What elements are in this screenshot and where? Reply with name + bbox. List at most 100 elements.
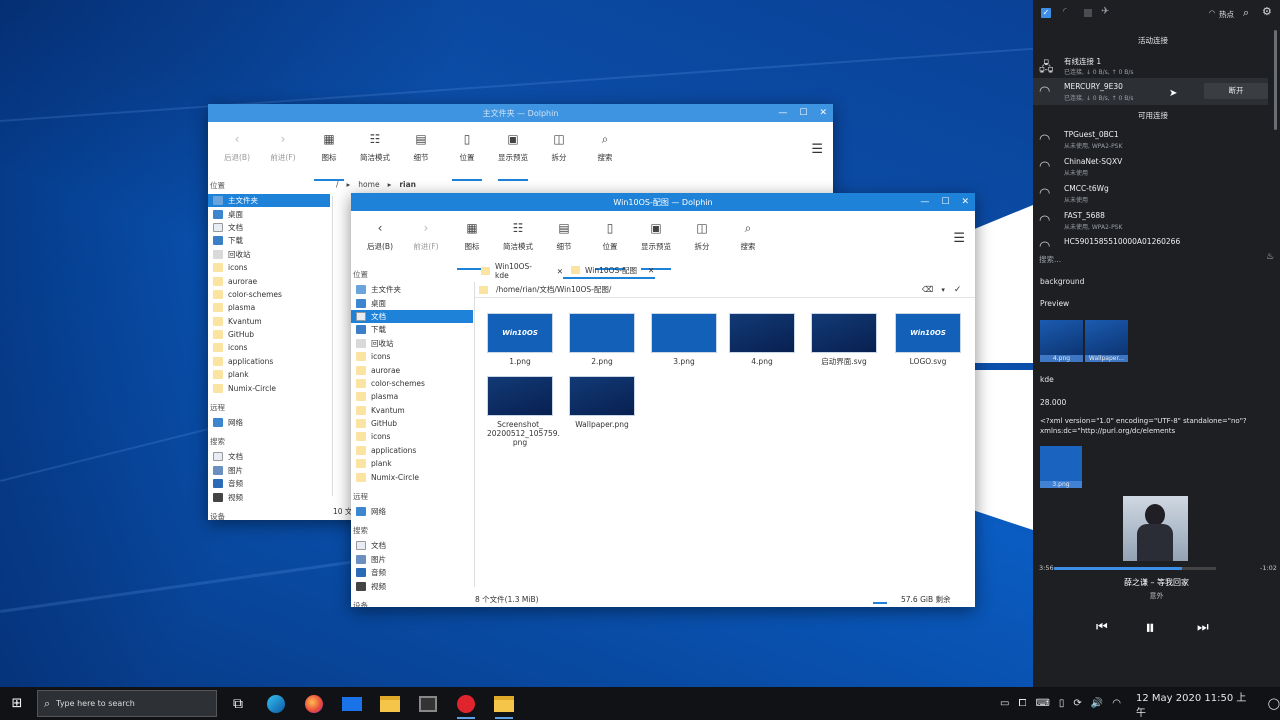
pause-icon[interactable]: ⏸: [1145, 615, 1155, 639]
file-item[interactable]: 启动界面.svg: [811, 313, 877, 366]
start-button[interactable]: ⊞: [0, 687, 34, 720]
clipboard-item[interactable]: <?xml version="1.0" encoding="UTF-8" sta…: [1040, 416, 1276, 436]
place-desktop[interactable]: 桌面: [208, 207, 330, 220]
details-view-button[interactable]: ▤ 细节: [541, 221, 587, 252]
clipboard-item[interactable]: kde: [1040, 375, 1054, 384]
chevron-down-icon[interactable]: ▾: [941, 286, 945, 294]
place-folder[interactable]: color-schemes: [351, 377, 473, 390]
clear-icon[interactable]: ⌫: [922, 285, 933, 294]
network-item[interactable]: ◠ ChinaNet-SQXV 从未使用: [1033, 153, 1268, 180]
tab-win10os-pics[interactable]: Win10OS-配图 ✕: [563, 263, 655, 279]
place-downloads[interactable]: 下载: [351, 323, 473, 336]
location-button[interactable]: ▯ 位置: [587, 221, 633, 270]
tab-win10os-kde[interactable]: Win10OS-kde ✕: [475, 262, 563, 280]
place-folder[interactable]: color-schemes: [208, 288, 330, 301]
search-audio[interactable]: 音频: [208, 477, 330, 490]
place-folder[interactable]: plank: [208, 368, 330, 381]
path-input[interactable]: /home/rian/文档/Win10OS-配图/: [496, 284, 916, 295]
place-folder[interactable]: plasma: [351, 390, 473, 403]
file-item[interactable]: Win10OS LOGO.svg: [895, 313, 961, 366]
place-folder[interactable]: icons: [351, 350, 473, 363]
airplane-icon[interactable]: ✈: [1101, 6, 1109, 17]
file-item[interactable]: 4.png: [729, 313, 795, 366]
device-icon[interactable]: ▯: [1059, 698, 1065, 709]
place-folder[interactable]: icons: [351, 430, 473, 443]
place-folder[interactable]: icons: [208, 261, 330, 274]
place-desktop[interactable]: 桌面: [351, 296, 473, 309]
task-view-icon[interactable]: ⧉: [219, 687, 257, 720]
back-button[interactable]: ‹ 后退(B): [357, 221, 403, 252]
search-documents[interactable]: 文档: [208, 450, 330, 463]
search-documents[interactable]: 文档: [351, 539, 473, 552]
clipboard-thumb[interactable]: 3.png: [1040, 446, 1082, 488]
search-audio[interactable]: 音频: [351, 566, 473, 579]
place-downloads[interactable]: 下载: [208, 234, 330, 247]
split-button[interactable]: ◫ 拆分: [536, 132, 582, 163]
maximize-icon[interactable]: ☐: [941, 197, 949, 207]
preview-button[interactable]: ▣ 显示预览: [633, 221, 679, 270]
icons-view-button[interactable]: ▦ 图标: [449, 221, 495, 270]
place-folder[interactable]: Numix-Circle: [351, 470, 473, 483]
network-item[interactable]: ◠ HC5901585510000A01260266: [1033, 233, 1268, 247]
close-icon[interactable]: ✕: [961, 197, 969, 207]
broom-icon[interactable]: ♨: [1266, 252, 1274, 262]
check-icon[interactable]: ✓: [954, 285, 962, 295]
panel-scrollbar[interactable]: [1274, 30, 1277, 130]
place-folder[interactable]: GitHub: [351, 417, 473, 430]
clipboard-icon[interactable]: ⧠: [1018, 698, 1026, 709]
place-home[interactable]: 主文件夹: [208, 194, 330, 208]
edge-browser-icon[interactable]: [257, 687, 295, 720]
file-item[interactable]: Screenshot_ 20200512_105759. png: [487, 376, 560, 447]
titlebar[interactable]: Win10OS-配图 — Dolphin — ☐ ✕: [351, 193, 975, 211]
place-folder[interactable]: aurorae: [208, 274, 330, 287]
connection-mercury[interactable]: ◠ MERCURY_9E30 已连接, ↓ 0 B/s, ↑ 0 B/s 断开: [1033, 78, 1268, 105]
minimize-icon[interactable]: —: [778, 108, 787, 118]
close-icon[interactable]: ✕: [819, 108, 827, 118]
mail-icon[interactable]: [333, 687, 371, 720]
breadcrumb-home[interactable]: home: [358, 180, 379, 189]
clipboard-item[interactable]: 28.000: [1040, 398, 1066, 407]
place-folder[interactable]: applications: [351, 444, 473, 457]
file-item[interactable]: 3.png: [651, 313, 717, 366]
place-trash[interactable]: 回收站: [208, 248, 330, 261]
place-folder[interactable]: plasma: [208, 301, 330, 314]
compact-view-button[interactable]: ☷ 简洁模式: [495, 221, 541, 252]
seek-bar[interactable]: [1054, 567, 1216, 570]
network-item[interactable]: ◠ FAST_5688 从未使用, WPA2-PSK: [1033, 207, 1268, 234]
back-button[interactable]: ‹ 后退(B): [214, 132, 260, 163]
disconnect-button[interactable]: 断开: [1204, 83, 1268, 99]
maximize-icon[interactable]: ☐: [799, 108, 807, 118]
details-view-button[interactable]: ▤ 细节: [398, 132, 444, 163]
place-folder[interactable]: applications: [208, 355, 330, 368]
menu-icon[interactable]: ☰: [953, 231, 965, 246]
connection-wired[interactable]: 🖧 有线连接 1 已连接, ↓ 0 B/s, ↑ 0 B/s: [1033, 52, 1268, 79]
breadcrumb-rian[interactable]: rian: [399, 180, 416, 189]
clipboard-item[interactable]: Preview: [1040, 299, 1069, 308]
clock[interactable]: 12 May 2020 11:50 上午: [1136, 689, 1255, 719]
update-icon[interactable]: ⟳: [1073, 698, 1081, 709]
network-item[interactable]: ◠ CMCC-t6Wg 从未使用: [1033, 180, 1268, 207]
place-folder[interactable]: Kvantum: [351, 404, 473, 417]
place-folder[interactable]: Numix-Circle: [208, 381, 330, 394]
store-icon[interactable]: [409, 687, 447, 720]
clipboard-search-input[interactable]: 搜索...: [1039, 254, 1259, 265]
place-folder[interactable]: Kvantum: [208, 315, 330, 328]
forward-button[interactable]: › 前进(F): [403, 221, 449, 252]
place-network[interactable]: 网络: [208, 416, 330, 429]
search-icon[interactable]: ⌕: [1243, 6, 1249, 20]
place-folder[interactable]: icons: [208, 341, 330, 354]
titlebar[interactable]: 主文件夹 — Dolphin — ☐ ✕: [208, 104, 833, 122]
preview-button[interactable]: ▣ 显示预览: [490, 132, 536, 181]
file-item[interactable]: Win10OS 1.png: [487, 313, 553, 366]
network-item[interactable]: ◠ TPGuest_0BC1 从未使用, WPA2-PSK: [1033, 126, 1268, 153]
search-images[interactable]: 图片: [208, 464, 330, 477]
menu-icon[interactable]: ☰: [811, 142, 823, 157]
place-folder[interactable]: aurorae: [351, 363, 473, 376]
place-documents[interactable]: 文档: [351, 309, 473, 324]
clipboard-thumb[interactable]: 4.png: [1040, 320, 1083, 362]
firefox-icon[interactable]: [295, 687, 333, 720]
location-button[interactable]: ▯ 位置: [444, 132, 490, 181]
keyboard-icon[interactable]: ⌨: [1035, 698, 1049, 709]
place-network[interactable]: 网络: [351, 505, 473, 518]
search-button[interactable]: ⌕ 搜索: [582, 132, 628, 163]
